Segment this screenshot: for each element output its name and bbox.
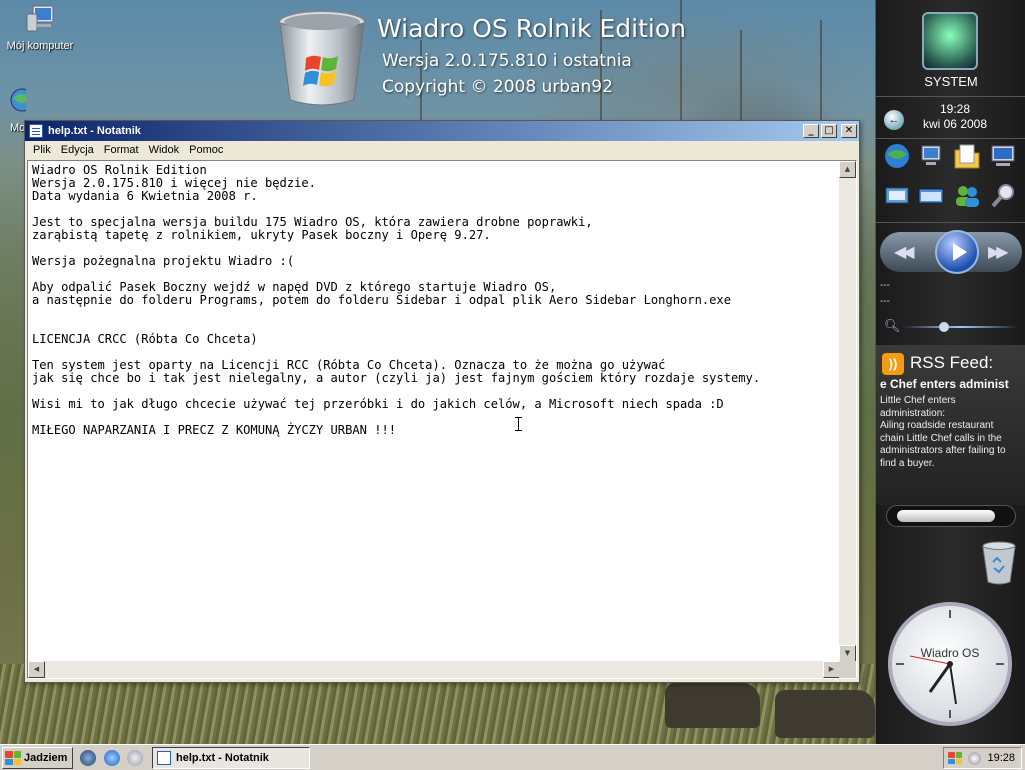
divider	[876, 222, 1025, 223]
minimize-button[interactable]: _	[803, 124, 819, 138]
text-area[interactable]: Wiadro OS Rolnik Edition Wersja 2.0.175.…	[27, 160, 857, 679]
computer-icon	[26, 5, 54, 32]
bucket-logo-icon	[278, 10, 366, 106]
menu-edit[interactable]: Edycja	[56, 144, 99, 156]
users-icon[interactable]	[952, 182, 982, 210]
ibeam-cursor-icon	[515, 417, 525, 431]
taskbar: Jadziem help.txt - Notatnik 19:28	[0, 744, 1025, 770]
rss-scrollbar[interactable]	[886, 505, 1016, 527]
globe-icon[interactable]	[882, 142, 912, 170]
brand-title: Wiadro OS Rolnik Edition	[377, 14, 686, 43]
scroll-up-arrow-icon[interactable]: ▲	[839, 161, 856, 178]
menu-help[interactable]: Pomoc	[184, 144, 228, 156]
computer-icon[interactable]	[988, 142, 1018, 170]
window-titlebar[interactable]: help.txt - Notatnik _ □ ✕	[25, 121, 859, 141]
folder-icon[interactable]	[952, 142, 982, 170]
media-artist-line: ---	[880, 296, 890, 307]
boot	[665, 683, 760, 728]
volume-icon: 🔍︎	[884, 318, 901, 333]
clock-date: kwi 06 2008	[922, 117, 988, 131]
network-computer-icon[interactable]	[916, 142, 946, 170]
scroll-down-arrow-icon[interactable]: ▼	[839, 645, 856, 662]
desktop-icon-my-computer[interactable]: Mój komputer	[0, 4, 80, 52]
scroll-left-arrow-icon[interactable]: ◀	[28, 661, 45, 678]
divider	[876, 96, 1025, 97]
boot	[775, 690, 875, 738]
network-tray-icon[interactable]	[968, 751, 981, 765]
window-icon[interactable]	[916, 182, 946, 210]
notepad-icon	[157, 751, 171, 765]
show-desktop-icon[interactable]	[127, 750, 143, 766]
windows-logo-icon[interactable]	[948, 752, 962, 764]
notepad-icon	[29, 124, 43, 138]
desktop-icon-network[interactable]: Mo	[0, 86, 26, 134]
tree-trunk	[740, 30, 742, 120]
windows-logo-icon	[5, 751, 21, 765]
taskbar-button-label: help.txt - Notatnik	[176, 752, 269, 764]
divider	[876, 138, 1025, 139]
rss-headline[interactable]: e Chef enters administ	[880, 377, 1024, 391]
window-title: help.txt - Notatnik	[48, 125, 141, 137]
recycle-bin-icon[interactable]	[980, 540, 1018, 586]
media-player: ◀◀ ▶▶	[880, 230, 1022, 274]
network-icon	[10, 88, 26, 112]
horizontal-scrollbar[interactable]: ◀ ▶	[28, 661, 840, 678]
document-text[interactable]: Wiadro OS Rolnik Edition Wersja 2.0.175.…	[32, 164, 842, 659]
rss-gadget: )) RSS Feed: e Chef enters administ Litt…	[876, 345, 1025, 505]
rss-icon: ))	[882, 353, 904, 375]
clock-time: 19:28	[939, 102, 971, 116]
document-icon[interactable]	[882, 182, 912, 210]
system-bucket-icon[interactable]	[922, 12, 978, 70]
digital-clock: ← 19:28 kwi 06 2008	[876, 100, 1025, 136]
clock-hands-icon	[896, 610, 1004, 718]
vertical-scrollbar[interactable]: ▲ ▼	[839, 161, 856, 662]
size-grip[interactable]	[839, 661, 856, 678]
close-button[interactable]: ✕	[841, 124, 857, 138]
tree-trunk	[820, 20, 822, 130]
rss-title[interactable]: RSS Feed:	[910, 353, 993, 373]
start-button[interactable]: Jadziem	[2, 747, 73, 769]
menu-view[interactable]: Widok	[144, 144, 185, 156]
system-tray: 19:28	[943, 747, 1022, 769]
rss-body[interactable]: Little Chef enters administration: Ailin…	[880, 395, 1022, 471]
system-label: SYSTEM	[924, 74, 978, 89]
internet-explorer-icon[interactable]	[104, 750, 120, 766]
menu-bar: Plik Edycja Format Widok Pomoc	[25, 141, 859, 159]
menu-file[interactable]: Plik	[28, 144, 56, 156]
media-track-line: ---	[880, 280, 890, 291]
maximize-button[interactable]: □	[821, 124, 837, 138]
notepad-window[interactable]: help.txt - Notatnik _ □ ✕ Plik Edycja Fo…	[24, 120, 860, 683]
sidebar: SYSTEM ← 19:28 kwi 06 2008 ◀◀ ▶▶ --- ---…	[875, 0, 1025, 744]
previous-track-icon[interactable]: ◀◀	[894, 242, 915, 262]
search-icon[interactable]	[988, 182, 1018, 210]
volume-slider[interactable]	[903, 326, 1018, 328]
menu-format[interactable]: Format	[99, 144, 144, 156]
quicklaunch-browser-icon[interactable]	[80, 750, 96, 766]
desktop-icon-label: Mój komputer	[6, 40, 74, 52]
tray-clock[interactable]: 19:28	[987, 752, 1015, 764]
next-track-icon[interactable]: ▶▶	[988, 242, 1009, 262]
brand-version: Wersja 2.0.175.810 i ostatnia	[382, 51, 632, 71]
analog-clock: Wiadro OS	[888, 602, 1012, 726]
taskbar-button-notepad[interactable]: help.txt - Notatnik	[152, 747, 310, 769]
play-button[interactable]	[935, 230, 979, 274]
brand-copyright: Copyright © 2008 urban92	[382, 77, 613, 97]
volume-slider-thumb[interactable]	[939, 322, 949, 332]
scroll-right-arrow-icon[interactable]: ▶	[823, 661, 840, 678]
start-label: Jadziem	[24, 752, 68, 764]
